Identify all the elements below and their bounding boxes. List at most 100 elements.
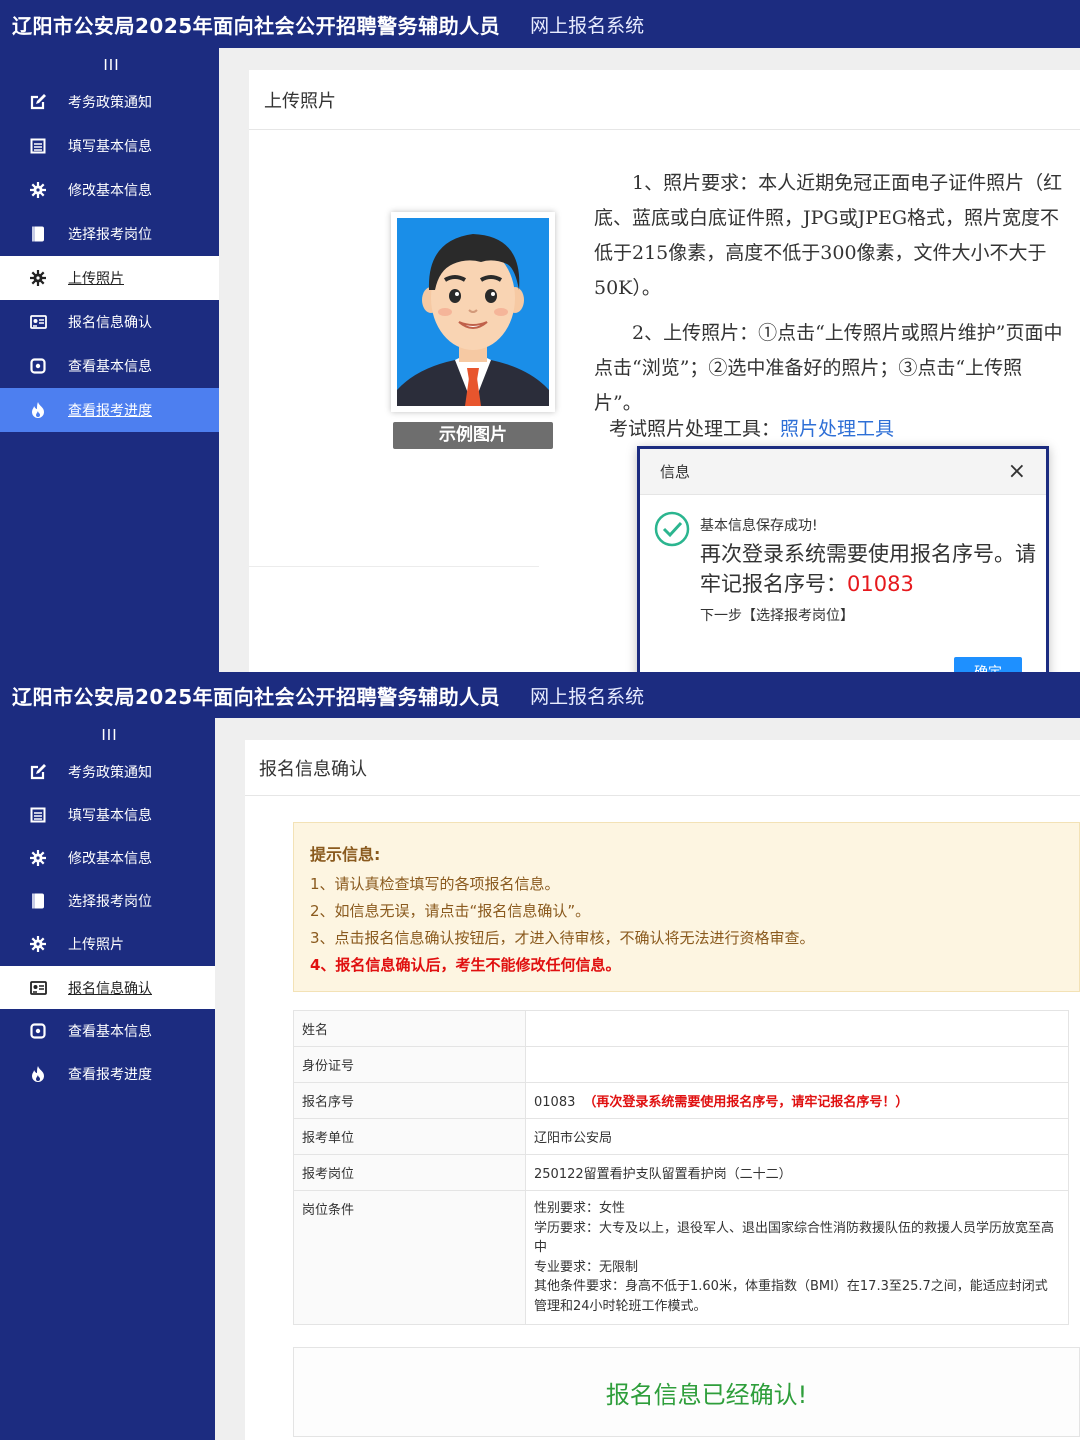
info-dialog: 信息 × 基本信息保存成功! 再次登录系统需要使用报名序号。请牢记报名序号：01…: [637, 446, 1049, 672]
sidebar-item-label: 查看报考进度: [68, 1066, 152, 1083]
sidebar-item-edit-info[interactable]: 修改基本信息: [0, 836, 215, 879]
sidebar-item-confirm-info[interactable]: 报名信息确认: [0, 965, 215, 1010]
sidebar-item-label: 报名信息确认: [68, 315, 152, 331]
save-success-text: 基本信息保存成功!: [700, 518, 818, 534]
id-number-label: 身份证号: [293, 1046, 526, 1083]
table-row: 报考单位 辽阳市公安局: [293, 1118, 1069, 1155]
system-subtitle: 网上报名系统: [530, 14, 645, 37]
sidebar-item-policy[interactable]: 考务政策通知: [0, 750, 215, 793]
sidebar-item-label: 修改基本信息: [68, 850, 152, 867]
sidebar-item-view-info[interactable]: 查看基本信息: [0, 1009, 215, 1052]
system-subtitle: 网上报名系统: [530, 685, 645, 708]
reg-no-warning: （再次登录系统需要使用报名序号，请牢记报名序号！）: [583, 1095, 909, 1110]
table-row: 岗位条件 性别要求：女性 学历要求：大专及以上，退役军人、退出国家综合性消防救援…: [293, 1190, 1069, 1325]
confirmed-status-box: 报名信息已经确认!: [293, 1347, 1080, 1437]
sidebar-item-label: 查看基本信息: [68, 359, 152, 375]
reg-no-cell: 01083 （再次登录系统需要使用报名序号，请牢记报名序号！）: [525, 1082, 1069, 1119]
eye-icon: [28, 1021, 48, 1041]
fire-icon: [28, 400, 48, 420]
name-value: [525, 1010, 1069, 1047]
photo-tool-link[interactable]: 照片处理工具: [780, 418, 894, 440]
conditions-value: 性别要求：女性 学历要求：大专及以上，退役军人、退出国家综合性消防救援队伍的救援…: [525, 1190, 1069, 1325]
condition-major: 专业要求：无限制: [534, 1259, 639, 1275]
unit-value: 辽阳市公安局: [525, 1118, 1069, 1155]
reg-no-label: 报名序号: [293, 1082, 526, 1119]
success-check-icon: [654, 511, 690, 547]
sidebar-item-select-post[interactable]: 选择报考岗位: [0, 880, 215, 923]
id-card-icon: [28, 312, 48, 332]
sidebar-item-label: 查看报考进度: [68, 403, 152, 419]
sidebar-item-upload-photo[interactable]: 上传照片: [0, 923, 215, 966]
photo-requirements: 1、照片要求：本人近期免冠正面电子证件照片（红底、蓝底或白底证件照，JPG或JP…: [594, 166, 1064, 431]
confirm-info-panel: 报名信息确认 提示信息: 1、请认真检查填写的各项报名信息。 2、如信息无误，请…: [245, 740, 1080, 1440]
system-title: 辽阳市公安局2025年面向社会公开招聘警务辅助人员: [12, 13, 501, 38]
condition-gender: 性别要求：女性: [534, 1201, 626, 1216]
top-header: 辽阳市公安局2025年面向社会公开招聘警务辅助人员 网上报名系统: [0, 672, 1080, 718]
menu-toggle-icon[interactable]: III: [0, 720, 215, 750]
sidebar-item-view-progress[interactable]: 查看报考进度: [0, 388, 219, 432]
gear-icon: [28, 268, 48, 288]
sidebar-item-select-post[interactable]: 选择报考岗位: [0, 212, 219, 256]
gear-icon: [28, 934, 48, 954]
sidebar-item-label: 选择报考岗位: [68, 227, 152, 243]
name-label: 姓名: [293, 1010, 526, 1047]
requirement-2: 2、上传照片：①点击“上传照片或照片维护”页面中点击“浏览”；②选中准备好的照片…: [594, 322, 1063, 414]
table-row: 报名序号 01083 （再次登录系统需要使用报名序号，请牢记报名序号！）: [293, 1082, 1069, 1119]
menu-toggle-icon[interactable]: III: [0, 50, 219, 80]
edit-icon: [28, 92, 48, 112]
page-title: 上传照片: [249, 70, 1080, 130]
sample-photo: [391, 212, 555, 412]
dialog-body: 基本信息保存成功! 再次登录系统需要使用报名序号。请牢记报名序号：01083 下…: [640, 495, 1046, 625]
bookmark-icon: [28, 891, 48, 911]
condition-education: 学历要求：大专及以上，退役军人、退出国家综合性消防救援队伍的救援人员学历放宽至高…: [534, 1220, 1055, 1256]
sidebar-item-fill-info[interactable]: 填写基本信息: [0, 793, 215, 836]
sidebar-item-confirm-info[interactable]: 报名信息确认: [0, 300, 219, 344]
divider: [249, 566, 539, 567]
post-label: 报考岗位: [293, 1154, 526, 1191]
sidebar-item-label: 考务政策通知: [68, 95, 152, 111]
close-icon[interactable]: ×: [1008, 459, 1026, 484]
sidebar-item-upload-photo[interactable]: 上传照片: [0, 256, 219, 300]
reg-no-value: 01083: [847, 572, 914, 596]
eye-icon: [28, 356, 48, 376]
sidebar-item-view-info[interactable]: 查看基本信息: [0, 344, 219, 388]
sidebar-item-fill-info[interactable]: 填写基本信息: [0, 124, 219, 168]
gear-icon: [28, 180, 48, 200]
sidebar-item-label: 填写基本信息: [68, 807, 152, 824]
photo-tool-line: 考试照片处理工具：照片处理工具: [609, 414, 894, 441]
fire-icon: [28, 1064, 48, 1084]
sample-image-label: 示例图片: [393, 422, 553, 449]
sidebar-item-label: 修改基本信息: [68, 183, 152, 199]
notice-title: 提示信息:: [310, 845, 381, 864]
sidebar-item-label: 选择报考岗位: [68, 894, 152, 911]
sidebar-item-edit-info[interactable]: 修改基本信息: [0, 168, 219, 212]
unit-label: 报考单位: [293, 1118, 526, 1155]
notice-line: 2、如信息无误，请点击“报名信息确认”。: [310, 902, 591, 920]
table-row: 报考岗位 250122留置看护支队留置看护岗（二十二）: [293, 1154, 1069, 1191]
reg-no-value: 01083: [534, 1095, 576, 1110]
table-row: 身份证号: [293, 1046, 1069, 1083]
avatar: [397, 218, 549, 406]
condition-other: 其他条件要求：身高不低于1.60米，体重指数（BMI）在17.3至25.7之间，…: [534, 1279, 1048, 1314]
sidebar-item-label: 上传照片: [68, 937, 124, 954]
reg-no-reminder: 再次登录系统需要使用报名序号。请牢记报名序号：01083: [700, 539, 1046, 599]
notice-line: 1、请认真检查填写的各项报名信息。: [310, 875, 560, 893]
ok-button[interactable]: 确定: [954, 657, 1022, 672]
notice-box: 提示信息: 1、请认真检查填写的各项报名信息。 2、如信息无误，请点击“报名信息…: [293, 822, 1080, 992]
sidebar-item-policy[interactable]: 考务政策通知: [0, 80, 219, 124]
main-content: 报名信息确认 提示信息: 1、请认真检查填写的各项报名信息。 2、如信息无误，请…: [215, 718, 1080, 1440]
notice-warning-line: 4、报名信息确认后，考生不能修改任何信息。: [310, 956, 621, 974]
edit-icon: [28, 762, 48, 782]
top-header: 辽阳市公安局2025年面向社会公开招聘警务辅助人员 网上报名系统: [0, 0, 1080, 48]
dialog-header: 信息 ×: [640, 449, 1046, 495]
page-title: 报名信息确认: [245, 740, 1080, 796]
system-title: 辽阳市公安局2025年面向社会公开招聘警务辅助人员: [12, 684, 501, 709]
form-icon: [28, 805, 48, 825]
sidebar-item-label: 查看基本信息: [68, 1023, 152, 1040]
table-row: 姓名: [293, 1010, 1069, 1047]
conditions-label: 岗位条件: [293, 1190, 526, 1325]
sidebar-item-label: 考务政策通知: [68, 764, 152, 781]
sidebar: III 考务政策通知 填写基本信息 修改基本信息 选择报考岗位 上传照片 报名信…: [0, 718, 215, 1440]
sidebar-item-view-progress[interactable]: 查看报考进度: [0, 1052, 215, 1095]
requirement-1: 1、照片要求：本人近期免冠正面电子证件照片（红底、蓝底或白底证件照，JPG或JP…: [594, 172, 1063, 299]
